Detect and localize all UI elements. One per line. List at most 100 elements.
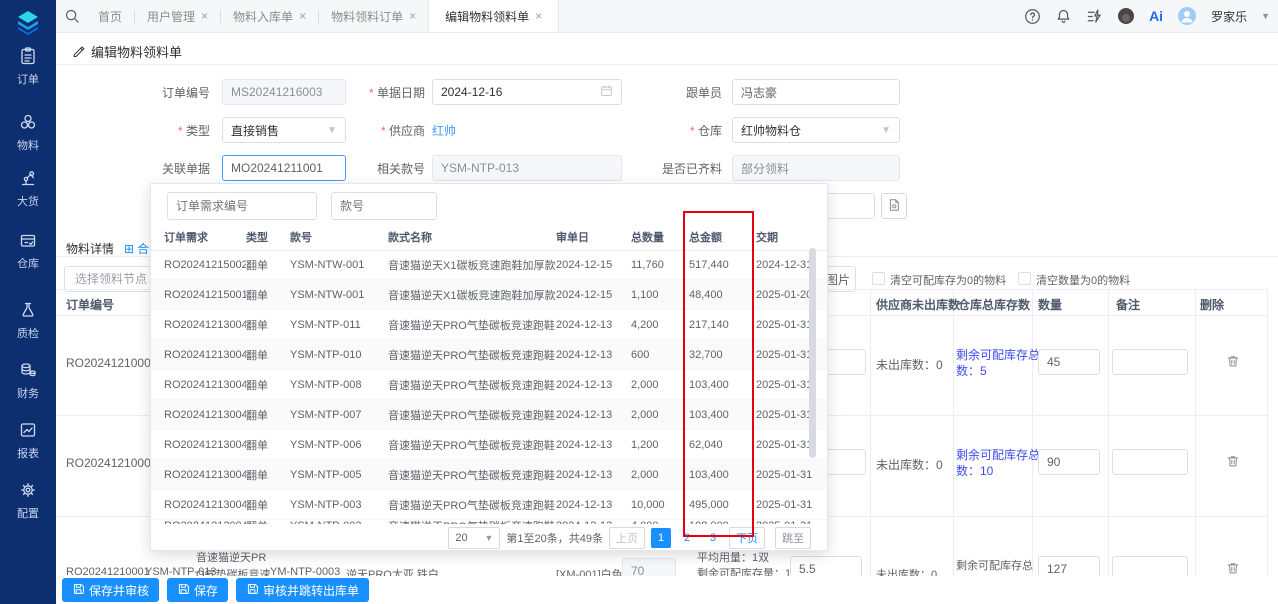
topbar-actions: Ai 罗家乐 ▼ [1024, 0, 1270, 32]
tab-user-management[interactable]: 用户管理× [135, 0, 220, 32]
next-page-button[interactable]: 下页 [729, 527, 765, 549]
sidebar-item-orders[interactable]: 订单 [0, 46, 56, 87]
user-avatar[interactable] [1177, 6, 1197, 26]
close-icon[interactable]: × [299, 9, 306, 23]
popup-scrollbar[interactable] [809, 248, 816, 458]
page-button-3[interactable]: 3 [703, 528, 723, 548]
related-doc-field[interactable] [222, 155, 346, 181]
save-icon [177, 582, 190, 598]
available-stock-text: 剩余可配库存总数：10 [956, 447, 1040, 479]
clear-zero-qty-label[interactable]: 清空数量为0的物料 [1036, 272, 1130, 288]
order-requirement-row[interactable]: RO20241213004 翻单 YSM-NTP-010 音速猫逆天PRO气垫碳… [151, 340, 827, 370]
close-icon[interactable]: × [409, 9, 416, 23]
cell-type: 翻单 [246, 287, 290, 303]
cell-type: 翻单 [246, 467, 290, 483]
close-icon[interactable]: × [201, 9, 208, 23]
prev-page-button[interactable]: 上页 [609, 527, 645, 549]
row-remark-field[interactable] [1112, 349, 1188, 375]
tab-bar: 首页 用户管理× 物料入库单× 物料领料订单× 编辑物料领料单× [86, 0, 559, 32]
order-requirement-row[interactable]: RO20241215001 翻单 YSM-NTW-001 音速猫逆天X1碳板竞速… [151, 280, 827, 310]
jump-to-button[interactable]: 跳至 [775, 527, 811, 549]
cell-qty: 11,760 [631, 259, 689, 271]
cell-name: 音速猫逆天PRO气垫碳板竞速跑鞋 [388, 467, 556, 483]
page-button-2[interactable]: 2 [677, 528, 697, 548]
order-requirement-row[interactable]: RO20241213004 翻单 YSM-NTP-002 音速猫逆天PRO气垫碳… [151, 511, 827, 524]
save-and-audit-button[interactable]: 保存并审核 [62, 578, 159, 602]
document-icon [887, 198, 901, 215]
qty-field[interactable] [1038, 449, 1100, 475]
sidebar-item-materials[interactable]: 物料 [0, 112, 56, 153]
sidebar-item-qc[interactable]: 质检 [0, 300, 56, 341]
save-icon [246, 582, 259, 598]
order-requirement-row[interactable]: RO20241213004 翻单 YSM-NTP-005 音速猫逆天PRO气垫碳… [151, 460, 827, 490]
tab-home[interactable]: 首页 [86, 0, 134, 32]
supplier-label: 供应商 [335, 122, 425, 139]
cell-req: RO20241213004 [151, 349, 246, 361]
ai-logo[interactable]: Ai [1149, 8, 1163, 24]
order-requirement-row[interactable]: RO20241215002 翻单 YSM-NTW-001 音速猫逆天X1碳板竞速… [151, 250, 827, 280]
notification-bell-icon[interactable] [1055, 8, 1072, 25]
save-button[interactable]: 保存 [167, 578, 228, 602]
cell-type: 翻单 [246, 377, 290, 393]
type-select[interactable]: 直接销售▼ [222, 117, 346, 143]
doc-date-field[interactable]: 2024-12-16 [432, 79, 622, 105]
chart-icon [18, 429, 38, 443]
chevron-down-icon[interactable]: ▼ [1261, 11, 1270, 21]
tab-material-inbound[interactable]: 物料入库单× [221, 0, 318, 32]
style-no-filter-input[interactable] [331, 192, 437, 220]
col-qty: 总数量 [631, 229, 689, 245]
sidebar-item-finance[interactable]: 财务 [0, 360, 56, 401]
sidebar-item-label: 财务 [0, 385, 56, 401]
order-requirement-row[interactable]: RO20241213004 翻单 YSM-NTP-006 音速猫逆天PRO气垫碳… [151, 430, 827, 460]
audit-and-jump-button[interactable]: 审核并跳转出库单 [236, 578, 369, 602]
trash-icon[interactable] [1226, 354, 1240, 371]
help-icon[interactable] [1024, 8, 1041, 25]
tab-material-requisition-orders[interactable]: 物料领料订单× [319, 0, 428, 32]
sidebar-item-reports[interactable]: 报表 [0, 420, 56, 461]
order-requirement-row[interactable]: RO20241213004 翻单 YSM-NTP-007 音速猫逆天PRO气垫碳… [151, 400, 827, 430]
username[interactable]: 罗家乐 [1211, 8, 1247, 25]
flask-icon [18, 309, 38, 323]
clear-zero-qty-checkbox[interactable] [1018, 272, 1031, 285]
chevron-down-icon: ▼ [881, 125, 891, 136]
tab-material-detail[interactable]: 物料详情 [66, 240, 114, 257]
col-header-supplier-out: 供应商未出库数 [876, 296, 960, 313]
cell-delivery: 2025-01-31 [756, 439, 827, 451]
clear-zero-stock-checkbox[interactable] [872, 272, 885, 285]
cell-amount: 103,400 [689, 409, 756, 421]
trash-icon[interactable] [1226, 454, 1240, 471]
remark-attachment-button[interactable] [881, 193, 907, 219]
row-remark-field[interactable] [1112, 449, 1188, 475]
not-out-count: 未出库数：0 [876, 456, 943, 473]
sidebar-item-warehouse[interactable]: 仓库 [0, 230, 56, 271]
sidebar-item-label: 物料 [0, 137, 56, 153]
col-header-order-no: 订单编号 [66, 296, 114, 313]
close-icon[interactable]: × [535, 9, 542, 23]
clear-zero-stock-label[interactable]: 清空可配库存为0的物料 [890, 272, 1006, 288]
sidebar-item-production[interactable]: 大货 [0, 168, 56, 209]
supplier-link[interactable]: 红帅 [432, 122, 456, 139]
page-header: 编辑物料领料单 [72, 42, 182, 61]
search-icon[interactable] [64, 8, 80, 24]
app-logo[interactable] [14, 8, 42, 39]
qty-field[interactable] [1038, 349, 1100, 375]
warehouse-select[interactable]: 红帅物料仓▼ [732, 117, 900, 143]
page-button-1[interactable]: 1 [651, 528, 671, 548]
changelog-icon[interactable] [1086, 8, 1103, 25]
calendar-icon [600, 84, 613, 100]
col-name: 款式名称 [388, 229, 556, 245]
page-size-select[interactable]: 20▼ [448, 527, 500, 549]
cell-delivery: 2025-01-31 [756, 409, 827, 421]
merchandiser-field[interactable] [732, 79, 900, 105]
tab-edit-requisition[interactable]: 编辑物料领料单× [428, 0, 559, 32]
cell-name: 音速猫逆天PRO气垫碳板竞速跑鞋 [388, 347, 556, 363]
mascot-avatar-icon[interactable] [1117, 7, 1135, 25]
order-requirement-row[interactable]: RO20241213004 翻单 YSM-NTP-008 音速猫逆天PRO气垫碳… [151, 370, 827, 400]
requirement-no-filter-input[interactable] [167, 192, 317, 220]
edit-pencil-icon [72, 43, 86, 60]
sidebar-item-settings[interactable]: 配置 [0, 480, 56, 521]
order-requirement-row[interactable]: RO20241213004 翻单 YSM-NTP-011 音速猫逆天PRO气垫碳… [151, 310, 827, 340]
footer-actions: 保存并审核 保存 审核并跳转出库单 [56, 576, 1278, 604]
order-requirement-dropdown: 订单需求 类型 款号 款式名称 审单日 总数量 总金额 交期 RO2024121… [150, 183, 828, 551]
sidebar-item-label: 订单 [0, 71, 56, 87]
